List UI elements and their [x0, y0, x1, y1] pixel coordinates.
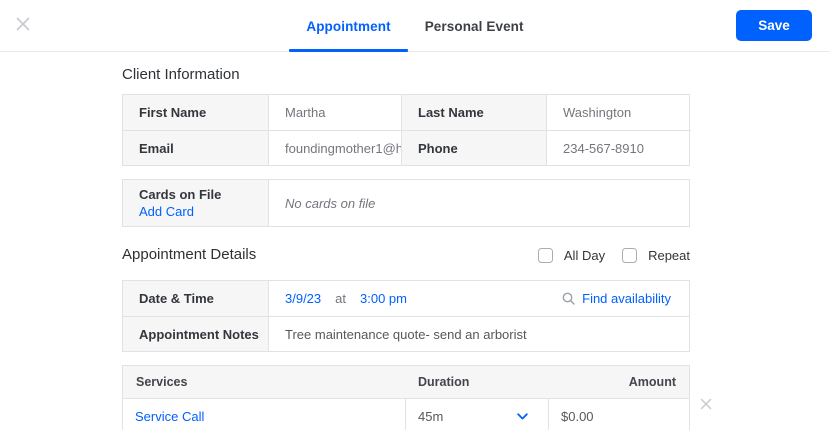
table-row: Cards on File Add Card No cards on file: [123, 180, 689, 226]
table-row: Date & Time 3/9/23 at 3:00 pm Find avail…: [123, 281, 689, 316]
duration-value: 45m: [418, 408, 444, 424]
time-picker[interactable]: 3:00 pm: [360, 291, 407, 306]
email-field[interactable]: foundingmother1@hotm: [268, 130, 401, 165]
date-time-label: Date & Time: [123, 281, 268, 316]
service-name-link[interactable]: Service Call: [123, 398, 405, 430]
date-time-values: 3/9/23 at 3:00 pm: [285, 291, 407, 306]
date-time-table: Date & Time 3/9/23 at 3:00 pm Find avail…: [122, 280, 690, 352]
remove-service-button[interactable]: [698, 396, 714, 412]
duration-column-header: Duration: [418, 375, 470, 389]
last-name-field[interactable]: Washington: [546, 95, 691, 130]
service-row: Service Call 45m $0.00: [123, 398, 689, 430]
phone-label: Phone: [401, 130, 546, 165]
find-availability-link[interactable]: Find availability: [562, 291, 671, 306]
duration-dropdown[interactable]: 45m: [405, 398, 548, 430]
all-day-checkbox[interactable]: [537, 247, 553, 263]
table-row: First Name Martha Last Name Washington: [123, 95, 689, 130]
form-content: Client Information First Name Martha Las…: [122, 65, 691, 430]
date-time-separator: at: [335, 291, 346, 306]
phone-field[interactable]: 234-567-8910: [546, 130, 691, 165]
tab-personal-event[interactable]: Personal Event: [408, 0, 541, 52]
amount-field[interactable]: $0.00: [548, 398, 689, 430]
appointment-details-header: Appointment Details All Day Repeat: [122, 244, 690, 266]
save-button[interactable]: Save: [736, 10, 812, 41]
client-information-title: Client Information: [122, 66, 240, 83]
cards-on-file-label-cell: Cards on File Add Card: [123, 180, 268, 226]
client-info-table: First Name Martha Last Name Washington E…: [122, 94, 691, 166]
repeat-checkbox-group[interactable]: Repeat: [622, 247, 690, 263]
services-table: Services Duration Amount Service Call 45…: [122, 365, 690, 430]
top-bar: Appointment Personal Event Save: [0, 0, 830, 52]
table-row: Email foundingmother1@hotm Phone 234-567…: [123, 130, 691, 165]
email-label: Email: [123, 130, 268, 165]
last-name-label: Last Name: [401, 95, 546, 130]
appointment-details-title: Appointment Details: [122, 246, 257, 263]
chevron-down-icon: [517, 412, 528, 419]
search-icon: [562, 292, 575, 305]
services-table-header: Services Duration Amount: [123, 366, 689, 398]
date-time-value-cell: 3/9/23 at 3:00 pm Find availability: [268, 281, 689, 316]
all-day-checkbox-group[interactable]: All Day: [537, 247, 606, 263]
tab-appointment[interactable]: Appointment: [289, 0, 409, 52]
toggle-options: All Day Repeat: [537, 247, 690, 263]
tab-bar: Appointment Personal Event: [0, 0, 830, 52]
table-row: Appointment Notes Tree maintenance quote…: [123, 316, 689, 351]
date-picker[interactable]: 3/9/23: [285, 291, 321, 306]
repeat-checkbox[interactable]: [622, 247, 638, 263]
services-column-header: Services: [136, 375, 188, 389]
appointment-notes-field[interactable]: Tree maintenance quote- send an arborist: [268, 316, 689, 351]
amount-column-header: Amount: [628, 375, 676, 389]
cards-on-file-label: Cards on File: [139, 187, 222, 202]
add-card-link[interactable]: Add Card: [139, 204, 194, 219]
find-availability-label: Find availability: [582, 291, 671, 306]
first-name-field[interactable]: Martha: [268, 95, 401, 130]
appointment-notes-label: Appointment Notes: [123, 316, 268, 351]
all-day-label: All Day: [563, 247, 606, 263]
first-name-label: First Name: [123, 95, 268, 130]
no-cards-text: No cards on file: [268, 180, 689, 226]
cards-on-file-table: Cards on File Add Card No cards on file: [122, 179, 690, 227]
repeat-label: Repeat: [648, 247, 690, 263]
remove-service-icon: [700, 398, 712, 410]
